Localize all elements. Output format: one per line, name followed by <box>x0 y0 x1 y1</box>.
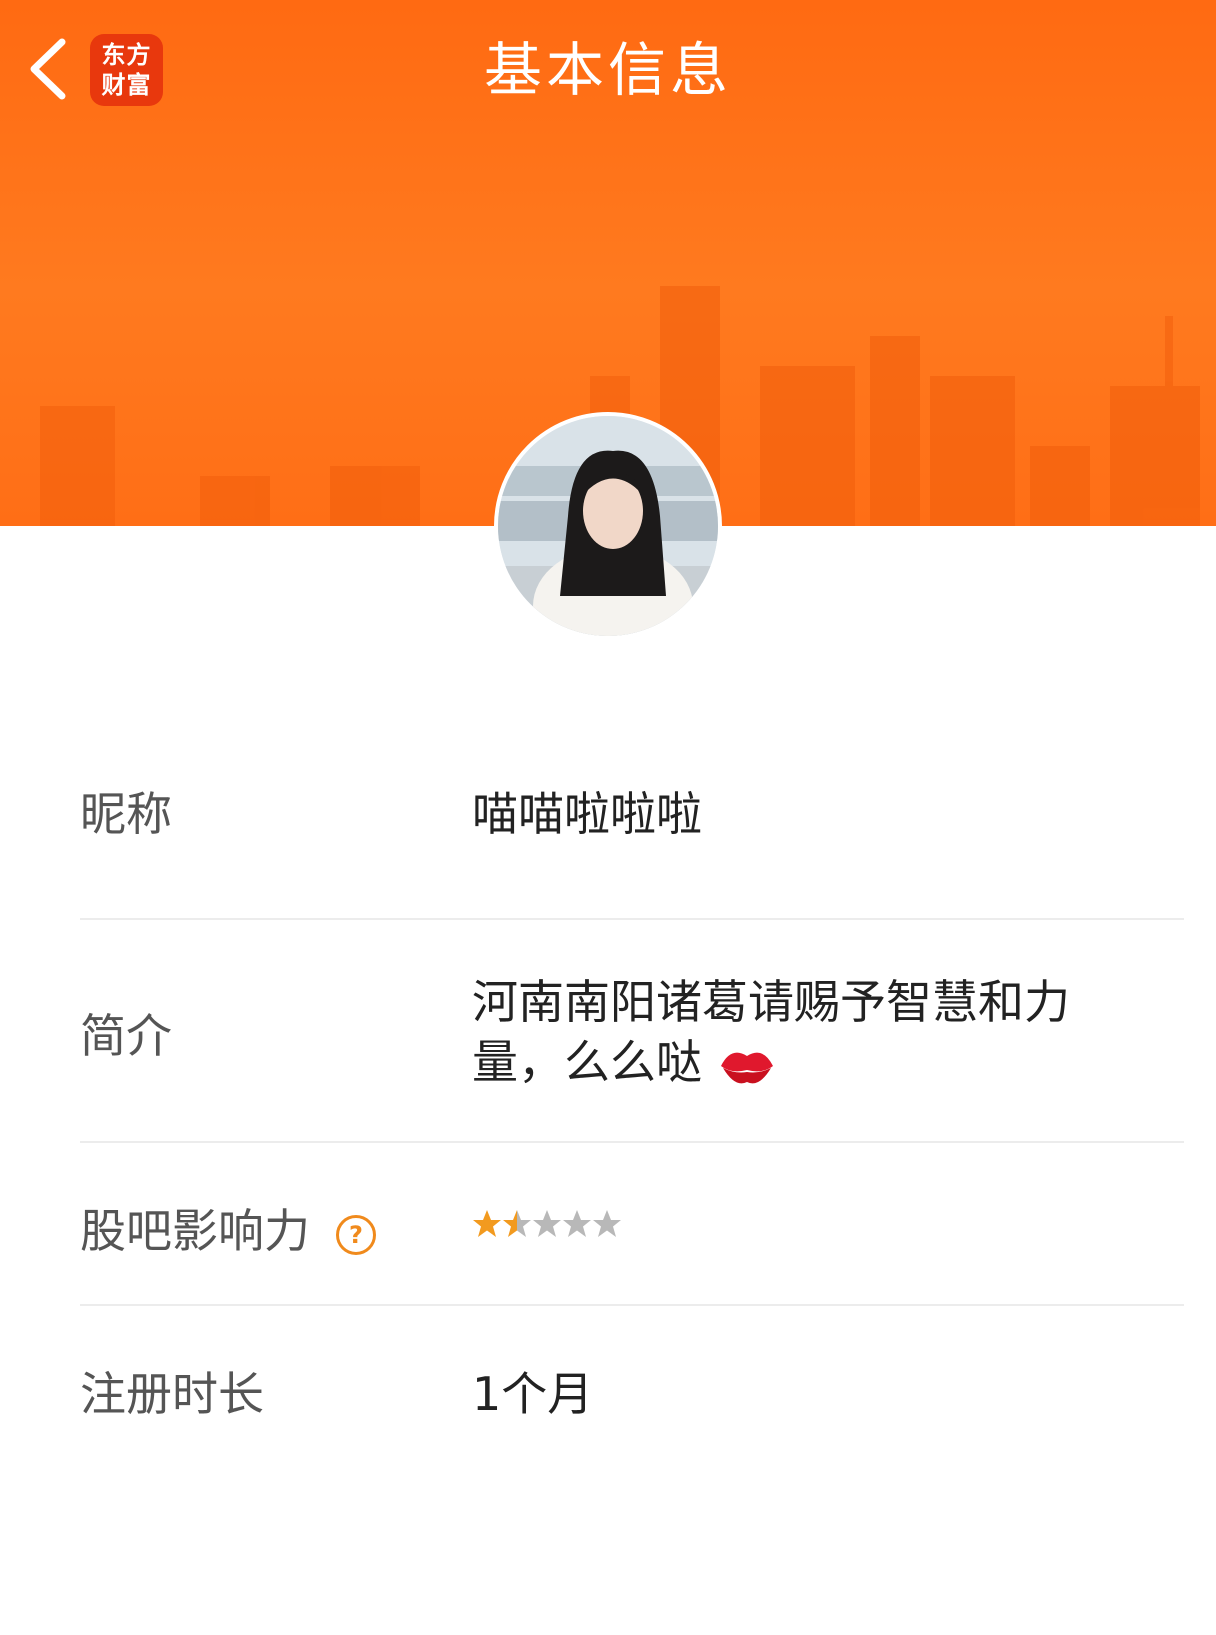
divider <box>80 918 1184 920</box>
influence-label: 股吧影响力? <box>80 1195 376 1261</box>
bio-value: 河南南阳诸葛请赐予智慧和力 量，么么哒 <box>472 972 1172 1092</box>
star-icon <box>503 1210 531 1237</box>
bio-text-line2-text: 量，么么哒 <box>472 1035 702 1089</box>
star-icon <box>593 1210 621 1237</box>
register-duration-row: 注册时长 1个月 <box>80 1358 1184 1421</box>
avatar[interactable] <box>494 412 722 640</box>
bio-text-line2: 量，么么哒 <box>472 1032 1172 1092</box>
star-icon <box>563 1210 591 1237</box>
nickname-row: 昵称 喵喵啦啦啦 <box>80 778 1184 841</box>
bio-label: 简介 <box>80 1009 172 1063</box>
influence-row: 股吧影响力? <box>80 1195 1184 1258</box>
influence-label-text: 股吧影响力 <box>80 1204 310 1258</box>
bio-row: 简介 河南南阳诸葛请赐予智慧和力 量，么么哒 <box>80 972 1184 1092</box>
nickname-label: 昵称 <box>80 787 172 841</box>
nickname-value: 喵喵啦啦啦 <box>472 787 702 841</box>
divider <box>80 1304 1184 1306</box>
register-duration-label: 注册时长 <box>80 1367 264 1421</box>
avatar-photo <box>498 416 718 636</box>
page-title: 基本信息 <box>483 36 732 104</box>
divider <box>80 1141 1184 1143</box>
bio-text-line1: 河南南阳诸葛请赐予智慧和力 <box>472 975 1070 1029</box>
star-icon <box>473 1210 501 1237</box>
influence-star-rating <box>472 1209 622 1239</box>
star-icon <box>533 1210 561 1237</box>
register-duration-value: 1个月 <box>472 1367 594 1421</box>
kiss-mark-icon <box>720 1052 773 1083</box>
question-circle-icon[interactable]: ? <box>336 1214 376 1255</box>
